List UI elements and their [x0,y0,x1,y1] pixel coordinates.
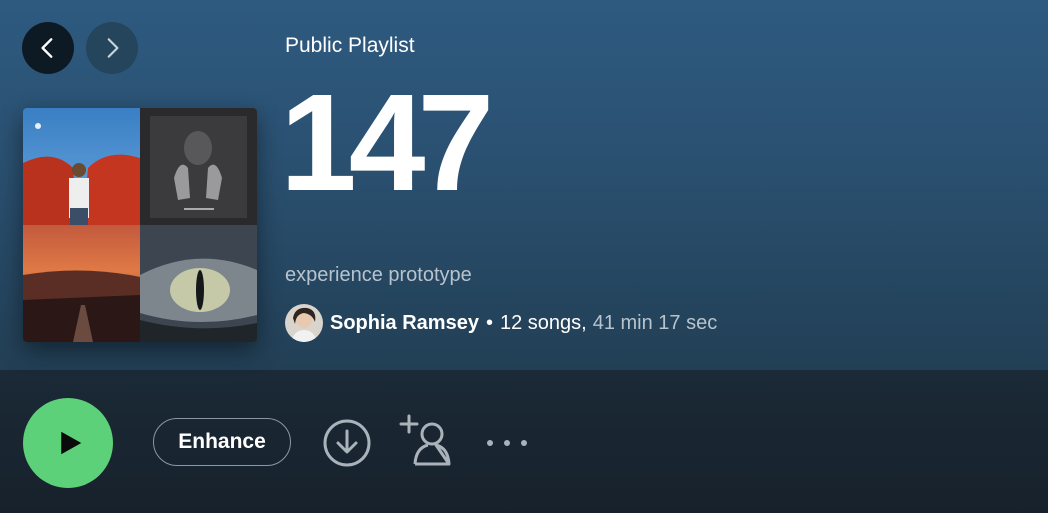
forward-button[interactable] [86,22,138,74]
playlist-title: 147 [280,66,494,220]
play-button[interactable] [23,398,113,488]
cover-tile-hands [140,108,257,225]
add-user-icon [399,414,451,466]
meta-separator: • [485,311,493,334]
chevron-left-icon [41,38,53,58]
playlist-meta: Sophia Ramsey • 12 songs, 41 min 17 sec [285,304,717,342]
more-options-button[interactable] [484,428,530,458]
playlist-duration: 41 min 17 sec [592,311,718,334]
playlist-cover [23,108,257,342]
song-count: 12 songs, [499,311,587,334]
chevron-right-icon [107,38,119,58]
cover-tile-woman [23,108,140,225]
more-horizontal-icon [487,440,527,446]
playlist-description: experience prototype [285,264,472,286]
cover-tile-eye [140,225,257,342]
playlist-type-label: Public Playlist [285,34,415,57]
download-circle-icon [323,419,371,467]
add-user-button[interactable] [398,412,456,468]
download-button[interactable] [322,418,372,468]
cover-tile-sunset [23,225,140,342]
avatar[interactable] [285,304,323,342]
enhance-button[interactable]: Enhance [153,418,291,466]
play-icon [61,431,82,455]
owner-name-link[interactable]: Sophia Ramsey [330,312,479,335]
back-button[interactable] [22,22,74,74]
